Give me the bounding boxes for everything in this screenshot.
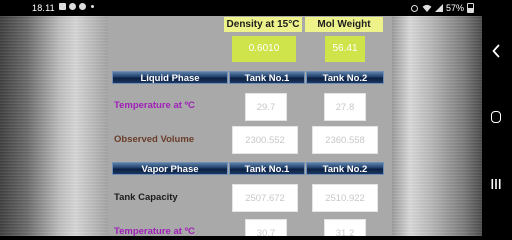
battery-percent: 57% [445, 3, 464, 13]
vapor-tank1-capacity-input[interactable]: 2507.672 [232, 184, 298, 212]
vapor-tank1-header: Tank No.1 [229, 162, 305, 175]
wifi-icon [422, 4, 432, 12]
density-header: Density at 15°C [224, 17, 302, 32]
mol-weight-value-field[interactable]: 56.41 [325, 36, 365, 62]
vapor-tank1-temperature-input[interactable]: 30.7 [245, 219, 287, 236]
liquid-tank2-volume-input[interactable]: 2360.558 [312, 126, 378, 154]
dot-icon [91, 5, 94, 8]
vapor-tank2-temperature-input[interactable]: 31.2 [324, 219, 366, 236]
facebook-icon [69, 3, 76, 10]
gallery-icon [59, 3, 66, 10]
metal-background-left [0, 16, 108, 236]
density-value-field[interactable]: 0.6010 [232, 36, 296, 62]
mol-weight-header: Mol Weight [305, 17, 383, 32]
observed-volume-label: Observed Volume [114, 134, 195, 145]
liquid-tank1-volume-input[interactable]: 2300.552 [232, 126, 298, 154]
liquid-tank2-temperature-input[interactable]: 27.8 [324, 93, 366, 121]
liquid-tank1-header: Tank No.1 [229, 71, 305, 84]
liquid-tank2-header: Tank No.2 [306, 71, 384, 84]
tank-capacity-label: Tank Capacity [114, 192, 178, 203]
liquid-phase-bar: Liquid Phase [112, 71, 228, 84]
alarm-icon [410, 5, 418, 12]
status-system-icons: 57% [410, 3, 474, 13]
vapor-tank2-header: Tank No.2 [306, 162, 384, 175]
signal-icon [434, 4, 443, 12]
facebook-icon [79, 3, 86, 10]
liquid-temperature-label: Temperature at ºC [114, 100, 195, 111]
system-navigation-bar [482, 0, 512, 236]
form-panel: Density at 15°C Mol Weight 0.6010 56.41 … [108, 16, 392, 236]
back-icon[interactable] [490, 44, 502, 58]
home-icon[interactable] [491, 111, 501, 123]
metal-background-right [392, 16, 482, 236]
status-notification-icons [59, 3, 94, 10]
vapor-temperature-label: Temperature at ºC [114, 226, 195, 236]
recent-apps-icon[interactable] [490, 178, 502, 190]
app-screen: Density at 15°C Mol Weight 0.6010 56.41 … [0, 16, 482, 236]
liquid-tank1-temperature-input[interactable]: 29.7 [245, 93, 287, 121]
battery-icon [467, 3, 474, 13]
vapor-tank2-capacity-input[interactable]: 2510.922 [312, 184, 378, 212]
status-bar: 18.11 57% [0, 0, 482, 16]
status-time: 18.11 [32, 3, 55, 13]
vapor-phase-bar: Vapor Phase [112, 162, 228, 175]
